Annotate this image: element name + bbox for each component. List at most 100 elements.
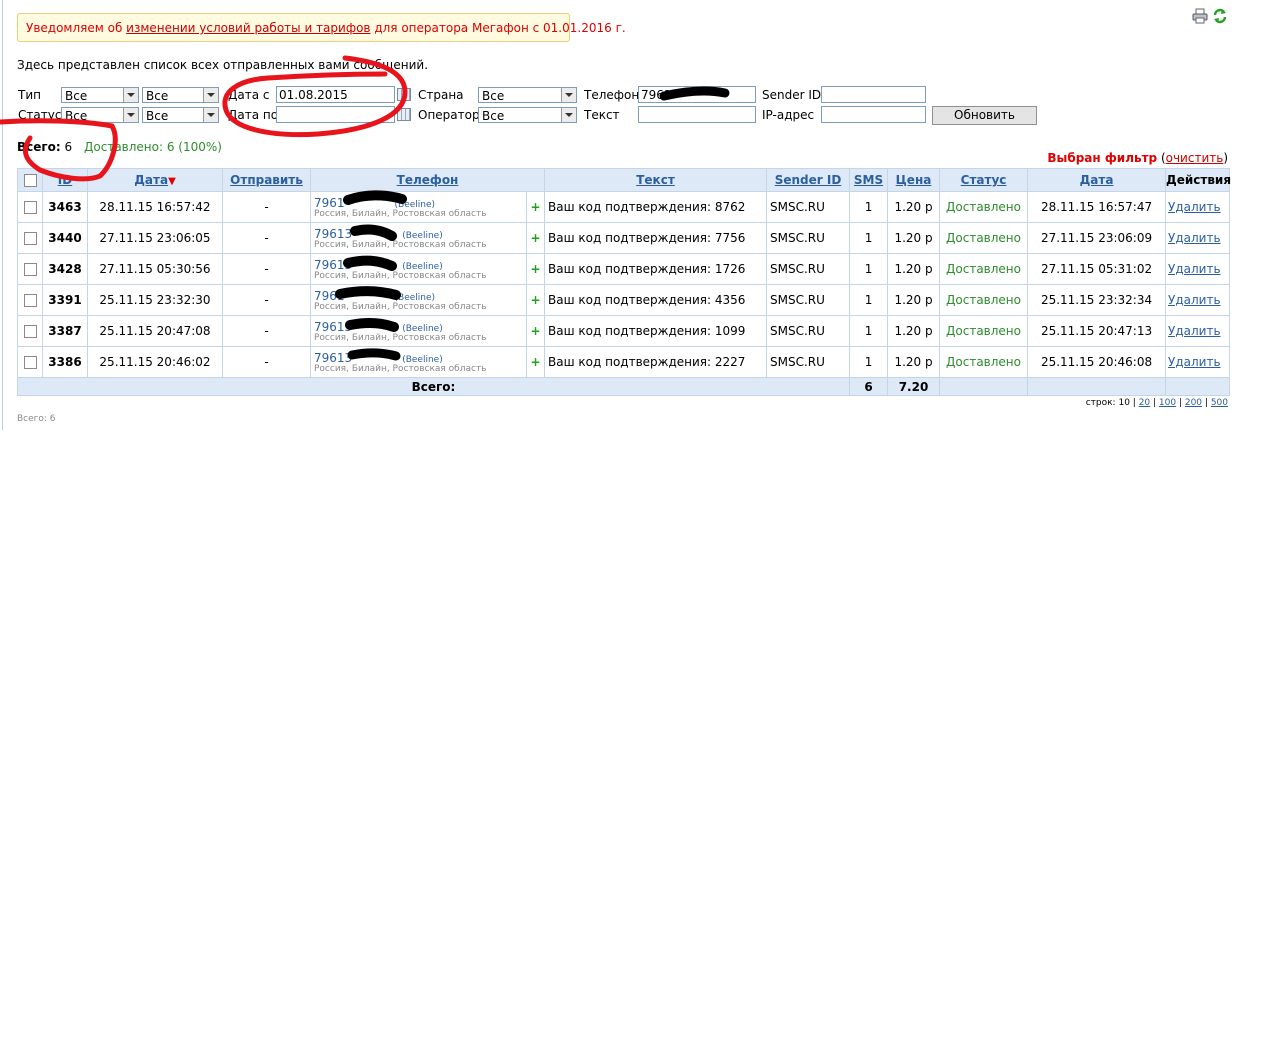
- row-checkbox[interactable]: [23, 294, 37, 307]
- row-phone: 79613 (Beeline) Россия, Билайн, Ростовская…: [310, 222, 527, 254]
- col-price[interactable]: Цена: [896, 173, 932, 187]
- row-checkbox[interactable]: [23, 325, 37, 338]
- row-date-delivered: 27.11.15 05:31:02: [1027, 253, 1167, 285]
- footer-empty: [1165, 377, 1231, 396]
- row-date-delivered: 25.11.15 23:32:34: [1027, 284, 1167, 316]
- row-phone-number[interactable]: 79613: [314, 320, 352, 334]
- printer-icon[interactable]: [1192, 8, 1208, 24]
- pager-option-100[interactable]: 100: [1159, 398, 1176, 408]
- row-phone-number[interactable]: 79613: [314, 258, 352, 272]
- row-text: Ваш код подтверждения: 8762: [544, 191, 768, 223]
- messages-table: ID Дата▼ Отправить Телефон Текст Sender …: [16, 168, 1231, 396]
- row-location: Россия, Билайн, Ростовская область: [314, 301, 487, 312]
- add-contact-icon[interactable]: +: [525, 222, 546, 254]
- table-row: 3386 25.11.15 20:46:02-79613 (Beeline) Росс…: [17, 346, 1231, 378]
- row-sms: 1: [849, 346, 889, 378]
- row-sender-id: SMSC.RU: [766, 284, 851, 316]
- table-row: 3463 28.11.15 16:57:42-7961 (Beeline) Росси…: [17, 191, 1231, 223]
- chevron-down-icon[interactable]: [561, 88, 576, 102]
- select-all-checkbox[interactable]: [23, 174, 37, 187]
- delete-link[interactable]: Удалить: [1165, 315, 1231, 347]
- status-select-2[interactable]: Все: [142, 107, 219, 123]
- col-date[interactable]: Дата: [134, 173, 168, 187]
- totals-line: Всего: 6 Доставлено: 6 (100%): [17, 140, 222, 154]
- date-from-input[interactable]: [276, 86, 395, 103]
- notice-link[interactable]: изменении условий работы и тарифов: [126, 21, 370, 35]
- pager-option-200[interactable]: 200: [1185, 398, 1202, 408]
- row-checkbox[interactable]: [23, 232, 37, 245]
- col-status[interactable]: Статус: [961, 173, 1007, 187]
- col-id[interactable]: ID: [58, 173, 72, 187]
- row-id: 3391: [42, 284, 88, 316]
- col-sender-id[interactable]: Sender ID: [775, 173, 842, 187]
- text-input[interactable]: [638, 106, 756, 123]
- delete-link[interactable]: Удалить: [1165, 346, 1231, 378]
- footer-price-total: 7.20: [887, 377, 941, 396]
- sender-id-input[interactable]: [821, 86, 926, 103]
- country-select[interactable]: Все: [478, 87, 577, 103]
- row-location: Россия, Билайн, Ростовская область: [314, 239, 487, 250]
- status-select-2-value: Все: [146, 109, 169, 123]
- table-header-row: ID Дата▼ Отправить Телефон Текст Sender …: [17, 168, 1231, 192]
- operator-select[interactable]: Все: [478, 107, 577, 123]
- row-phone: 7961 (Beeline) Россия, Билайн, Ростовская …: [310, 191, 527, 223]
- delete-link[interactable]: Удалить: [1165, 284, 1231, 316]
- type-select-1[interactable]: Все: [61, 87, 139, 103]
- row-checkbox[interactable]: [23, 263, 37, 276]
- add-contact-icon[interactable]: +: [525, 191, 546, 223]
- chevron-down-icon[interactable]: [123, 88, 138, 102]
- filter-selected-label: Выбран фильтр: [1047, 151, 1158, 165]
- add-contact-icon[interactable]: +: [525, 284, 546, 316]
- row-status: Доставлено: [939, 191, 1029, 223]
- row-phone-number[interactable]: 7961: [314, 289, 345, 303]
- footer-empty: [939, 377, 1029, 396]
- footer-total-label: Всего:: [16, 377, 851, 396]
- table-row: 3428 27.11.15 05:30:56-79613 (Beeline) Росс…: [17, 253, 1231, 285]
- delete-link[interactable]: Удалить: [1165, 222, 1231, 254]
- left-border: [2, 0, 3, 430]
- type-select-2[interactable]: Все: [142, 87, 219, 103]
- chevron-down-icon[interactable]: [203, 108, 218, 122]
- col-date-delivered[interactable]: Дата: [1080, 173, 1114, 187]
- row-price: 1.20 р: [887, 222, 941, 254]
- row-price: 1.20 р: [887, 346, 941, 378]
- row-phone: 79613 (Beeline) Россия, Билайн, Ростовская…: [310, 315, 527, 347]
- row-phone-number[interactable]: 79613: [314, 227, 352, 241]
- refresh-button[interactable]: Обновить: [932, 106, 1037, 125]
- date-to-input[interactable]: [276, 106, 395, 123]
- delete-link[interactable]: Удалить: [1165, 191, 1231, 223]
- row-checkbox[interactable]: [23, 201, 37, 214]
- row-id: 3386: [42, 346, 88, 378]
- chevron-down-icon[interactable]: [203, 88, 218, 102]
- row-location: Россия, Билайн, Ростовская область: [314, 270, 487, 281]
- calendar-icon[interactable]: [397, 88, 411, 101]
- row-phone-number[interactable]: 79613: [314, 351, 352, 365]
- add-contact-icon[interactable]: +: [525, 346, 546, 378]
- row-status: Доставлено: [939, 253, 1029, 285]
- row-text: Ваш код подтверждения: 1099: [544, 315, 768, 347]
- ip-input[interactable]: [821, 106, 926, 123]
- pager-option-20[interactable]: 20: [1139, 398, 1150, 408]
- row-status: Доставлено: [939, 284, 1029, 316]
- footer-sms-total: 6: [849, 377, 889, 396]
- calendar-icon[interactable]: [397, 108, 411, 121]
- row-checkbox[interactable]: [23, 356, 37, 369]
- add-contact-icon[interactable]: +: [525, 253, 546, 285]
- refresh-icon[interactable]: [1212, 8, 1228, 24]
- col-text[interactable]: Текст: [636, 173, 675, 187]
- delete-link[interactable]: Удалить: [1165, 253, 1231, 285]
- chevron-down-icon[interactable]: [123, 108, 138, 122]
- status-select-1[interactable]: Все: [61, 107, 139, 123]
- status-label: Статус: [18, 108, 62, 122]
- col-sms[interactable]: SMS: [854, 173, 883, 187]
- clear-filter-link[interactable]: очистить: [1166, 151, 1224, 165]
- pager-option-500[interactable]: 500: [1211, 398, 1228, 408]
- row-send: -: [222, 284, 311, 316]
- col-send[interactable]: Отправить: [230, 173, 303, 187]
- phone-input[interactable]: [638, 86, 756, 103]
- row-phone-number[interactable]: 7961: [314, 196, 345, 210]
- rows-per-page: строк: 10 | 20 | 100 | 200 | 500: [1085, 398, 1228, 408]
- add-contact-icon[interactable]: +: [525, 315, 546, 347]
- col-phone[interactable]: Телефон: [397, 173, 459, 187]
- chevron-down-icon[interactable]: [561, 108, 576, 122]
